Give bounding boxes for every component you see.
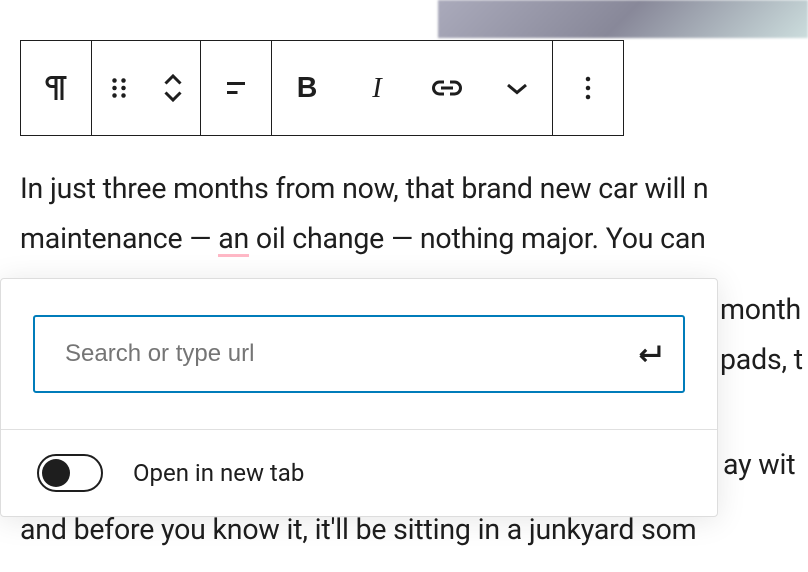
new-tab-toggle[interactable] <box>37 454 103 492</box>
enter-icon <box>632 337 666 371</box>
move-updown-button[interactable] <box>146 41 200 135</box>
paragraph-type-button[interactable] <box>21 41 91 135</box>
text-fragment: oil change — nothing major. You can <box>249 222 706 255</box>
align-icon <box>218 70 254 106</box>
text-fragment: month <box>720 285 801 335</box>
text-line: In just three months from now, that bran… <box>20 164 808 214</box>
toggle-knob <box>42 459 70 487</box>
toggle-label: Open in new tab <box>133 459 304 487</box>
link-icon <box>429 70 465 106</box>
block-toolbar: B I <box>20 40 624 136</box>
text-fragment: pads, t <box>720 335 803 385</box>
featured-image <box>438 0 808 38</box>
url-input[interactable] <box>33 315 685 393</box>
drag-handle-button[interactable] <box>92 41 146 135</box>
svg-text:B: B <box>297 72 318 104</box>
options-button[interactable] <box>553 41 623 135</box>
bold-button[interactable]: B <box>272 41 342 135</box>
link-button[interactable] <box>412 41 482 135</box>
chevron-updown-icon <box>155 70 191 106</box>
bold-icon: B <box>289 70 325 106</box>
text-fragment: ay wit <box>723 440 795 490</box>
new-tab-toggle-row: Open in new tab <box>1 430 717 516</box>
text-fragment: maintenance — <box>20 222 218 255</box>
paragraph-content[interactable]: In just three months from now, that bran… <box>20 164 808 264</box>
align-button[interactable] <box>201 41 271 135</box>
submit-url-button[interactable] <box>625 330 673 378</box>
paragraph-icon <box>38 70 74 106</box>
svg-text:I: I <box>371 73 383 104</box>
link-popover: Open in new tab <box>0 278 718 517</box>
url-input-wrapper <box>33 315 685 393</box>
more-formatting-button[interactable] <box>482 41 552 135</box>
kebab-icon <box>570 70 606 106</box>
spellcheck-word: an <box>218 222 249 255</box>
text-line: maintenance — an oil change — nothing ma… <box>20 214 808 264</box>
chevron-down-icon <box>499 70 535 106</box>
italic-button[interactable]: I <box>342 41 412 135</box>
drag-icon <box>101 70 137 106</box>
italic-icon: I <box>359 70 395 106</box>
